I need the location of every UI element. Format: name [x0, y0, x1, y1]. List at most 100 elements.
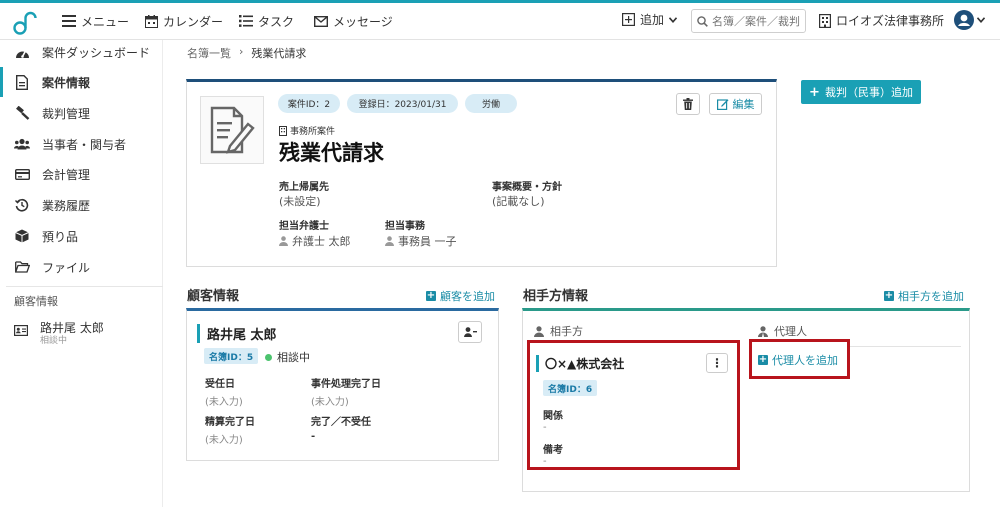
- delete-button[interactable]: [676, 93, 700, 115]
- plus-square-icon: +: [884, 290, 894, 301]
- search-icon: [697, 15, 708, 27]
- case-title: 残業代請求: [279, 141, 384, 165]
- user-menu-button[interactable]: [954, 10, 985, 30]
- note-label: 備考: [543, 445, 563, 456]
- sidebar-divider: [6, 286, 163, 287]
- history-icon: [15, 198, 29, 212]
- envelope-icon: [314, 15, 328, 27]
- sidebar-client-item[interactable]: 路井尾 太郎 相談中: [14, 321, 104, 347]
- add-trial-label: 裁判（民事）追加: [824, 86, 913, 99]
- staff-value: 事務員 一子: [385, 233, 457, 249]
- kebab-icon: ⋮: [711, 356, 723, 370]
- client-card: 路井尾 太郎 名簿ID：5 相談中 受任日 (未入力) 事件処理完了日 (未入力…: [186, 308, 499, 461]
- sidebar-item-trial[interactable]: 裁判管理: [0, 98, 163, 128]
- received-label: 受任日: [205, 379, 235, 390]
- sidebar-item-label: 会計管理: [42, 167, 91, 182]
- add-agent-link[interactable]: + 代理人を追加: [758, 352, 838, 368]
- sidebar-item-label: 預り品: [42, 229, 79, 244]
- add-dropdown-button[interactable]: 追加: [622, 11, 678, 28]
- edit-label: 編集: [732, 98, 755, 111]
- add-trial-button[interactable]: + 裁判（民事）追加: [801, 80, 921, 104]
- chevron-down-icon: [977, 17, 985, 23]
- sidebar-client-name: 路井尾 太郎: [40, 321, 104, 335]
- sidebar-item-deposits[interactable]: 預り品: [0, 221, 163, 251]
- user-minus-icon: [463, 327, 477, 337]
- summary-label: 事案概要・方針: [492, 182, 562, 193]
- breadcrumb: 名簿一覧 › 残業代請求: [187, 45, 306, 61]
- settle-value: (未入力): [205, 435, 243, 446]
- lawyer-name: 弁護士 太郎: [292, 235, 351, 248]
- sidebar-item-label: 裁判管理: [42, 106, 91, 121]
- edit-button[interactable]: 編集: [709, 93, 762, 115]
- client-status-label: 相談中: [277, 351, 310, 364]
- sidebar-item-parties[interactable]: 当事者・関与者: [0, 129, 163, 159]
- menu-label: メニュー: [81, 14, 130, 29]
- staff-label: 担当事務: [385, 221, 425, 232]
- edit-icon: [716, 99, 728, 110]
- app-logo-icon[interactable]: [12, 9, 38, 35]
- breadcrumb-root-link[interactable]: 名簿一覧: [187, 45, 231, 61]
- menu-button[interactable]: メニュー: [62, 12, 129, 30]
- plus-icon: +: [809, 84, 820, 100]
- opponent-more-button[interactable]: ⋮: [706, 353, 728, 373]
- opponent-column-header: 相手方: [534, 323, 583, 339]
- person-icon: [385, 236, 394, 246]
- relation-label: 関係: [543, 411, 563, 422]
- opponent-column-label: 相手方: [550, 325, 583, 338]
- trash-icon: [683, 98, 693, 110]
- agent-column-label: 代理人: [774, 325, 807, 338]
- lawyer-label: 担当弁護士: [279, 221, 329, 232]
- relation-value: -: [543, 422, 547, 433]
- calendar-label: カレンダー: [163, 14, 224, 29]
- message-label: メッセージ: [333, 14, 393, 29]
- breadcrumb-separator: ›: [239, 45, 244, 58]
- document-icon: [16, 74, 28, 90]
- calendar-button[interactable]: カレンダー: [145, 12, 223, 30]
- building-icon: [279, 125, 287, 136]
- message-button[interactable]: メッセージ: [314, 12, 393, 30]
- sidebar-client-status: 相談中: [40, 336, 68, 346]
- chevron-down-icon: [669, 16, 678, 23]
- add-opponent-label: 相手方を追加: [898, 290, 964, 303]
- case-document-icon: [200, 96, 264, 164]
- received-value: (未入力): [205, 397, 243, 408]
- case-category-pill: 労働: [465, 94, 517, 113]
- sidebar-item-label: 案件ダッシュボード: [42, 45, 151, 60]
- opponent-company-name[interactable]: 〇×▲株式会社: [536, 355, 624, 372]
- done-label: 事件処理完了日: [311, 379, 381, 390]
- sidebar-item-label: ファイル: [42, 260, 91, 275]
- sidebar-item-files[interactable]: ファイル: [0, 252, 163, 282]
- breadcrumb-current: 残業代請求: [251, 47, 307, 60]
- sidebar-item-label: 業務履歴: [42, 198, 91, 213]
- firm-name: ロイオズ法律事務所: [836, 14, 945, 28]
- case-kind: 事務所案件: [279, 124, 335, 137]
- building-icon: [819, 13, 831, 28]
- client-user-remove-button[interactable]: [458, 321, 482, 343]
- sidebar-item-label: 案件情報: [42, 75, 91, 90]
- search-box[interactable]: [691, 9, 806, 33]
- id-card-icon: [14, 325, 28, 336]
- sidebar-item-case-info[interactable]: 案件情報: [0, 67, 163, 97]
- firm-selector[interactable]: ロイオズ法律事務所: [819, 12, 944, 29]
- plus-square-icon: [622, 13, 635, 26]
- sidebar-item-dashboard[interactable]: 案件ダッシュボード: [0, 37, 163, 67]
- complete-value: -: [311, 431, 316, 442]
- add-opponent-link[interactable]: + 相手方を追加: [884, 288, 964, 304]
- sidebar-item-history[interactable]: 業務履歴: [0, 190, 163, 220]
- opponent-section-title: 相手方情報: [523, 289, 589, 304]
- client-section-title: 顧客情報: [187, 289, 240, 304]
- box-icon: [15, 229, 29, 243]
- user-circle-icon: [954, 10, 974, 30]
- add-client-link[interactable]: + 顧客を追加: [426, 288, 495, 304]
- task-button[interactable]: タスク: [239, 12, 294, 30]
- search-input[interactable]: [712, 14, 802, 28]
- sidebar-item-accounting[interactable]: 会計管理: [0, 159, 163, 189]
- agent-column-header: 代理人: [758, 323, 807, 339]
- plus-square-icon: +: [758, 354, 768, 365]
- person-icon: [279, 236, 288, 246]
- client-name[interactable]: 路井尾 太郎: [197, 324, 277, 343]
- add-client-label: 顧客を追加: [440, 290, 495, 303]
- lawyer-icon: [758, 325, 768, 337]
- case-date-pill: 登録日：2023/01/31: [347, 94, 458, 113]
- case-card: 案件ID：2 登録日：2023/01/31 労働 編集 事務所案件 残業代請求 …: [186, 79, 777, 267]
